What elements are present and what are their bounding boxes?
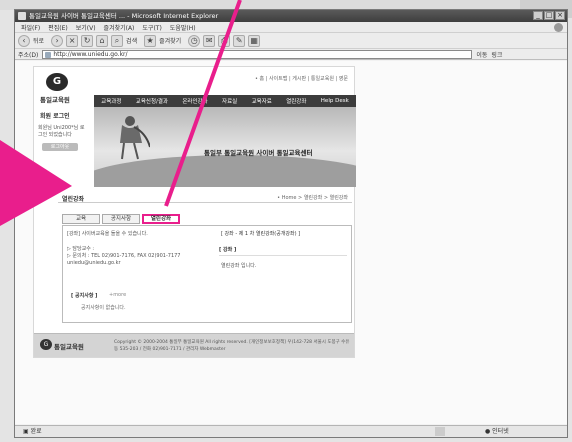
menu-edit[interactable]: 편집(E) (48, 23, 68, 32)
menu-file[interactable]: 파일(F) (21, 23, 40, 32)
refresh-icon[interactable]: ↻ (81, 34, 94, 47)
page-icon: ▣ (23, 428, 31, 435)
site-logo-text[interactable]: 통일교육원 (40, 94, 70, 104)
lecture-body: 열린강좌 입니다. (221, 263, 257, 269)
minimize-icon[interactable]: _ (533, 11, 543, 20)
divider (58, 202, 352, 203)
search-icon[interactable]: ⌕ (111, 34, 124, 47)
windows-logo-icon (554, 23, 563, 32)
favorites-icon[interactable]: ★ (144, 34, 157, 47)
nav-item-materials[interactable]: 교육자료 (252, 97, 272, 105)
forward-arrow-icon[interactable]: › (51, 34, 64, 47)
menu-view[interactable]: 보기(V) (76, 23, 96, 32)
address-bar: 주소(D) http://www.uniedu.go.kr/ 이동 링크 (15, 49, 567, 60)
mail-icon[interactable]: ✉ (203, 34, 216, 47)
nav-item-archive[interactable]: 자료실 (222, 97, 237, 105)
edit-icon[interactable]: ✎ (233, 34, 246, 47)
main-visual: 통일부 통일교육원 사이버 통일교육센터 (94, 107, 356, 187)
address-input[interactable]: http://www.uniedu.go.kr/ (42, 49, 473, 59)
zone-label: 인터넷 (492, 428, 509, 435)
back-label[interactable]: 뒤로 (33, 36, 44, 45)
site-footer: G 통일교육원 Copyright © 2000-2004 통일부 통일교육원 … (34, 333, 354, 357)
nav-item-help-desk[interactable]: Help Desk (321, 98, 349, 104)
window-controls: _ □ × (533, 11, 565, 20)
main-navigation: 교육과정 교육신청/결과 온라인강좌 자료실 교육자료 열린강좌 Help De… (94, 95, 356, 107)
search-label[interactable]: 검색 (126, 36, 137, 45)
login-box: 회원 로그인 회원님 Uni200*님 로그인 되었습니다 로그아웃 (34, 107, 92, 187)
footer-logo-text: 통일교육원 (54, 343, 84, 351)
lecture-heading[interactable]: [ 강좌 - 제 1 차 열린강좌(공개강좌) ] (221, 230, 300, 237)
browser-window: 통일교육원 사이버 통일교육센터 ... - Microsoft Interne… (14, 9, 568, 438)
tab-education[interactable]: 교육 (62, 214, 100, 224)
contact-info: ▷ 담당교수 : ▷ 문의처 : TEL 02)901-7176, FAX 02… (67, 246, 217, 267)
visual-caption: 통일부 통일교육원 사이버 통일교육센터 (204, 149, 313, 157)
more-link[interactable]: +more (109, 292, 126, 298)
history-icon[interactable]: ◷ (188, 34, 201, 47)
login-title: 회원 로그인 (40, 113, 70, 120)
divider (219, 255, 347, 256)
address-value: http://www.uniedu.go.kr/ (53, 50, 128, 58)
girl-illustration (120, 116, 150, 160)
website: G 통일교육원 • 홈 | 사이트맵 | 게시판 | 통일교육원 | 영문 교육… (33, 66, 356, 358)
tab-notice[interactable]: 공지사항 (102, 214, 140, 224)
logo-icon[interactable]: G (46, 73, 68, 91)
back-arrow-icon[interactable]: ‹ (18, 34, 30, 47)
notice-empty: 공지사항이 없습니다. (81, 305, 126, 311)
status-bar: ▣ 완료 ● 인터넷 (15, 425, 567, 437)
discuss-icon[interactable]: ▦ (248, 34, 261, 47)
panel-note: [강좌] 사이버교육을 들을 수 있습니다. (67, 231, 148, 237)
page-icon (45, 51, 52, 58)
content-tabs: 교육 공지사항 열린강좌 (62, 214, 180, 224)
menu-help[interactable]: 도움말(H) (170, 23, 196, 32)
nav-item-open-lecture[interactable]: 열린강좌 (286, 97, 306, 105)
nav-item-apply[interactable]: 교육신청/결과 (136, 97, 168, 105)
security-icon (435, 427, 445, 436)
menu-tools[interactable]: 도구(T) (142, 23, 161, 32)
menu-favorites[interactable]: 즐겨찾기(A) (104, 23, 135, 32)
address-label: 주소(D) (18, 51, 39, 59)
contact-email[interactable]: uniedu@uniedu.go.kr (67, 260, 217, 267)
footer-logo-icon: G (40, 339, 52, 350)
maximize-icon[interactable]: □ (544, 11, 554, 20)
ie-icon (18, 12, 26, 20)
footer-copyright: Copyright © 2000-2004 통일부 통일교육원 All righ… (114, 340, 350, 352)
go-button[interactable]: 이동 (476, 50, 487, 59)
links-button[interactable]: 링크 (491, 50, 502, 59)
print-icon[interactable]: ⎙ (218, 34, 231, 47)
window-title: 통일교육원 사이버 통일교육센터 ... - Microsoft Interne… (29, 12, 219, 20)
stop-icon[interactable]: × (66, 34, 79, 47)
title-bar: 통일교육원 사이버 통일교육센터 ... - Microsoft Interne… (15, 10, 567, 22)
menu-bar: 파일(F) 편집(E) 보기(V) 즐겨찾기(A) 도구(T) 도움말(H) (15, 22, 567, 33)
content-panel: [강좌] 사이버교육을 들을 수 있습니다. [ 강좌 - 제 1 차 열린강좌… (62, 225, 352, 323)
status-text: 완료 (30, 428, 42, 435)
top-links[interactable]: • 홈 | 사이트맵 | 게시판 | 통일교육원 | 영문 (255, 75, 348, 82)
zone-indicator: ● 인터넷 (485, 428, 509, 435)
contact-phone: ▷ 문의처 : TEL 02)901-7176, FAX 02)901-7177 (67, 253, 181, 259)
nav-item-online[interactable]: 온라인강좌 (182, 97, 207, 105)
close-icon[interactable]: × (555, 11, 565, 20)
contact-professor: ▷ 담당교수 : (67, 246, 95, 252)
toolbar: ‹ 뒤로 › × ↻ ⌂ ⌕ 검색 ★ 즐겨찾기 ◷ ✉ ⎙ ✎ ▦ (15, 33, 567, 49)
logout-button[interactable]: 로그아웃 (42, 143, 78, 151)
page-viewport: G 통일교육원 • 홈 | 사이트맵 | 게시판 | 통일교육원 | 영문 교육… (15, 61, 567, 424)
home-icon[interactable]: ⌂ (96, 34, 109, 47)
breadcrumb[interactable]: • Home > 열린강좌 > 열린강좌 (277, 194, 348, 201)
lecture-title: [ 강좌 ] (219, 247, 237, 253)
favorites-label[interactable]: 즐겨찾기 (159, 36, 181, 45)
tab-open-lecture[interactable]: 열린강좌 (142, 214, 180, 224)
notice-heading: [ 공지사항 ] (71, 293, 98, 299)
nav-item-courses[interactable]: 교육과정 (101, 97, 121, 105)
login-message: 회원님 Uni200*님 로그인 되었습니다 (38, 125, 85, 138)
